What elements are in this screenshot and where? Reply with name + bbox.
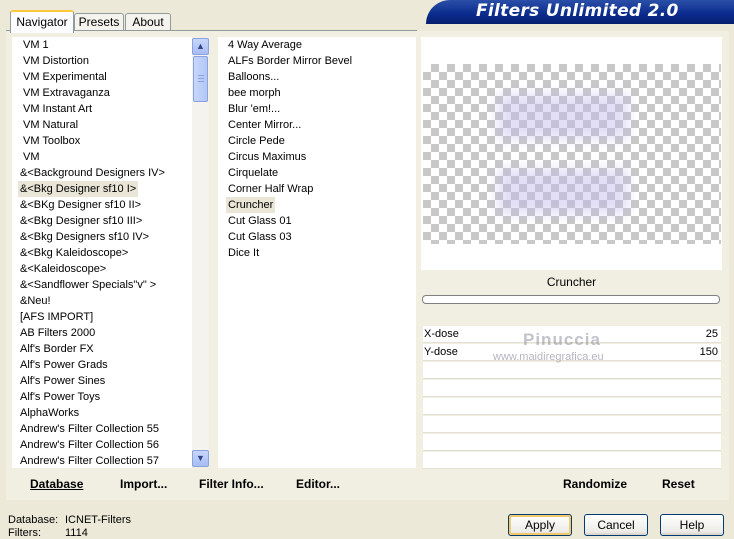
filter-item[interactable]: Corner Half Wrap (226, 181, 315, 197)
category-item[interactable]: [AFS IMPORT] (18, 309, 95, 325)
param-row-empty (423, 362, 721, 379)
preview-image (423, 64, 721, 244)
filters-count-label: Filters: (8, 527, 41, 539)
database-label: Database: (8, 514, 59, 526)
scroll-down-icon[interactable]: ▼ (192, 450, 209, 467)
param-label: Y-dose (424, 346, 458, 358)
filter-item[interactable]: Blur 'em!... (226, 101, 282, 117)
category-item[interactable]: &<Bkg Designers sf10 IV> (18, 229, 151, 245)
filter-item[interactable]: Cut Glass 03 (226, 229, 294, 245)
filter-item[interactable]: Balloons... (226, 69, 281, 85)
filter-item[interactable]: Center Mirror... (226, 117, 303, 133)
reset-button[interactable]: Reset (662, 476, 695, 492)
param-row-empty (423, 434, 721, 451)
cancel-button[interactable]: Cancel (584, 514, 648, 536)
editor-button[interactable]: Editor... (296, 476, 340, 492)
category-item[interactable]: VM Instant Art (21, 101, 94, 117)
category-item[interactable]: VM Experimental (21, 69, 109, 85)
category-item[interactable]: VM 1 (21, 37, 51, 53)
filters-count-value: 1114 (65, 527, 88, 539)
param-value[interactable]: 150 (700, 344, 718, 360)
category-item[interactable]: &<Sandflower Specials"v" > (18, 277, 158, 293)
watermark-url: www.maidiregrafica.eu (493, 351, 604, 363)
progress-bar (422, 295, 720, 304)
param-row-empty (423, 380, 721, 397)
apply-button[interactable]: Apply (508, 514, 572, 536)
filter-item[interactable]: 4 Way Average (226, 37, 304, 53)
filter-item[interactable]: Circle Pede (226, 133, 287, 149)
category-item[interactable]: Alf's Power Toys (18, 389, 102, 405)
tab-presets[interactable]: Presets (74, 13, 124, 31)
category-item[interactable]: Andrew's Filter Collection 57 (18, 453, 161, 468)
category-item[interactable]: Alf's Border FX (18, 341, 96, 357)
tab-about[interactable]: About (125, 13, 171, 31)
category-item[interactable]: VM (21, 149, 42, 165)
help-button[interactable]: Help (660, 514, 724, 536)
category-item[interactable]: Alf's Power Sines (18, 373, 107, 389)
watermark-name: Pinuccia (523, 330, 601, 349)
import-button[interactable]: Import... (120, 476, 167, 492)
param-value[interactable]: 25 (706, 326, 718, 342)
filter-item[interactable]: Cut Glass 01 (226, 213, 294, 229)
category-item[interactable]: Andrew's Filter Collection 56 (18, 437, 161, 453)
param-label: X-dose (424, 328, 459, 340)
category-scrollbar[interactable]: ▲ ▼ (192, 38, 209, 467)
filter-name-label: Cruncher (546, 275, 597, 289)
param-row-empty (423, 398, 721, 415)
category-item[interactable]: &Neu! (18, 293, 53, 309)
category-item[interactable]: &<Bkg Kaleidoscope> (18, 245, 130, 261)
category-item[interactable]: VM Natural (21, 117, 80, 133)
database-value: ICNET-Filters (65, 514, 131, 526)
scroll-up-icon[interactable]: ▲ (192, 38, 209, 55)
category-item[interactable]: Andrew's Filter Collection 55 (18, 421, 161, 437)
param-row-empty (423, 452, 721, 469)
category-item[interactable]: &<Background Designers IV> (18, 165, 167, 181)
filter-item[interactable]: ALFs Border Mirror Bevel (226, 53, 354, 69)
category-item[interactable]: &<Bkg Designer sf10 I> (18, 181, 139, 197)
tab-navigator[interactable]: Navigator (10, 10, 74, 33)
scroll-thumb[interactable] (193, 56, 208, 102)
filter-item[interactable]: Cirquelate (226, 165, 280, 181)
category-item[interactable]: &<Kaleidoscope> (18, 261, 108, 277)
filter-info-button[interactable]: Filter Info... (199, 476, 264, 492)
filter-item[interactable]: Dice It (226, 245, 261, 261)
category-item[interactable]: AlphaWorks (18, 405, 81, 421)
category-list[interactable]: VM 1 VM Distortion VM Experimental VM Extra… (12, 37, 192, 468)
randomize-button[interactable]: Randomize (563, 476, 627, 492)
category-item[interactable]: VM Toolbox (21, 133, 82, 149)
filter-item[interactable]: Cruncher (226, 197, 276, 213)
category-item[interactable]: &<Bkg Designer sf10 III> (18, 213, 144, 229)
category-item[interactable]: AB Filters 2000 (18, 325, 97, 341)
filter-item[interactable]: bee morph (226, 85, 283, 101)
database-button[interactable]: Database (30, 476, 83, 492)
category-item[interactable]: Alf's Power Grads (18, 357, 110, 373)
filter-item[interactable]: Circus Maximus (226, 149, 308, 165)
param-row-empty (423, 416, 721, 433)
filter-list[interactable]: 4 Way Average ALFs Border Mirror Bevel Bal… (218, 37, 416, 468)
banner-title: Filters Unlimited 2.0 (476, 1, 679, 21)
category-item[interactable]: VM Distortion (21, 53, 91, 69)
category-item[interactable]: VM Extravaganza (21, 85, 112, 101)
category-item[interactable]: &<BKg Designer sf10 II> (18, 197, 143, 213)
